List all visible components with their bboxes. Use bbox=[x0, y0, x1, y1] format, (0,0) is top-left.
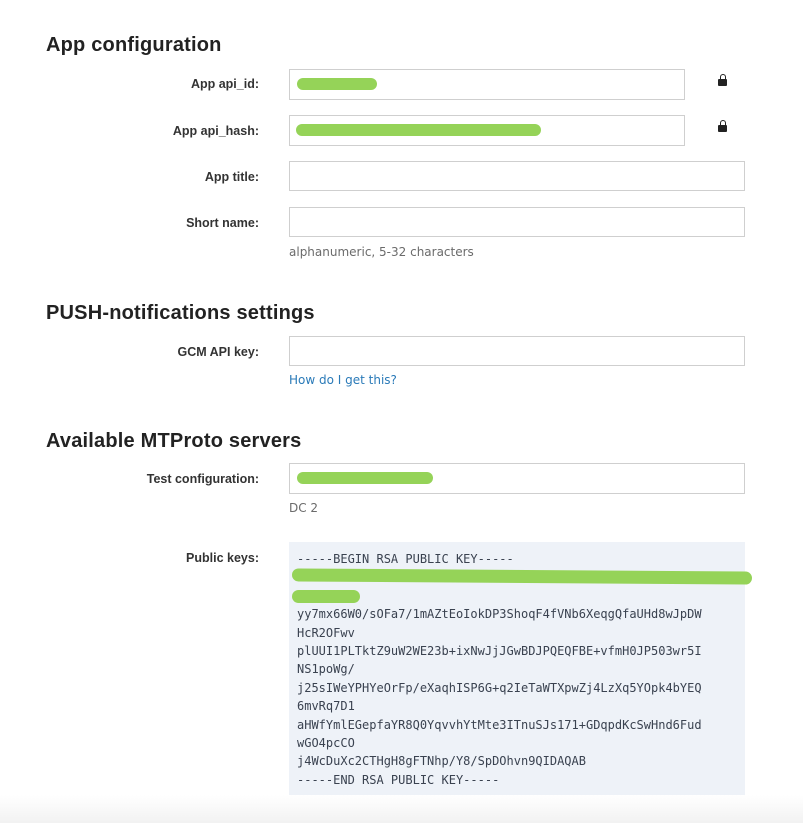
app-title-input[interactable] bbox=[289, 161, 745, 191]
redaction-mark bbox=[297, 472, 433, 484]
redaction-mark bbox=[296, 124, 541, 136]
key-end-line: -----END RSA PUBLIC KEY----- bbox=[297, 772, 500, 787]
key-line: NS1poWg/ bbox=[297, 662, 355, 677]
redaction-mark bbox=[297, 78, 377, 90]
lock-icon bbox=[718, 120, 727, 132]
api-id-label: App api_id: bbox=[190, 77, 259, 91]
redaction-mark bbox=[292, 590, 360, 603]
public-keys-label: Public keys: bbox=[186, 551, 259, 565]
section-title-app-configuration: App configuration bbox=[46, 34, 222, 56]
key-line: j4WcDuXc2CTHgH8gFTNhp/Y8/SpDOhvn9QIDAQAB bbox=[297, 754, 586, 769]
test-configuration-label: Test configuration: bbox=[146, 472, 259, 486]
key-line: HcR2OFwv bbox=[297, 625, 355, 640]
gcm-api-key-label: GCM API key: bbox=[177, 345, 259, 359]
app-title-label: App title: bbox=[204, 170, 259, 184]
key-line: 6mvRq7D1 bbox=[297, 699, 355, 714]
api-hash-label: App api_hash: bbox=[172, 124, 259, 138]
page-bottom-edge bbox=[0, 795, 803, 823]
short-name-label: Short name: bbox=[186, 216, 259, 230]
test-configuration-help: DC 2 bbox=[289, 501, 319, 515]
key-begin-line: -----BEGIN RSA PUBLIC KEY----- bbox=[297, 552, 514, 566]
key-line: yy7mx66W0/sOFa7/1mAZtEoIokDP3ShoqF4fVNb6… bbox=[297, 607, 702, 622]
short-name-input[interactable] bbox=[289, 207, 745, 237]
short-name-help: alphanumeric, 5-32 characters bbox=[289, 245, 474, 259]
how-do-i-get-this-link[interactable]: How do I get this? bbox=[289, 373, 397, 387]
lock-icon bbox=[718, 74, 727, 86]
key-line: j25sIWeYPHYeOrFp/eXaqhISP6G+q2IeTaWTXpwZ… bbox=[297, 680, 702, 695]
section-title-push: PUSH-notifications settings bbox=[46, 302, 315, 324]
key-line: plUUI1PLTktZ9uW2WE23b+ixNwJjJGwBDJPQEQFB… bbox=[297, 644, 702, 659]
section-title-mtproto: Available MTProto servers bbox=[46, 430, 302, 452]
key-line: aHWfYmlEGepfaYR8Q0YqvvhYtMte3ITnuSJs171+… bbox=[297, 717, 702, 732]
key-line: wGO4pcCO bbox=[297, 736, 355, 751]
gcm-api-key-input[interactable] bbox=[289, 336, 745, 366]
